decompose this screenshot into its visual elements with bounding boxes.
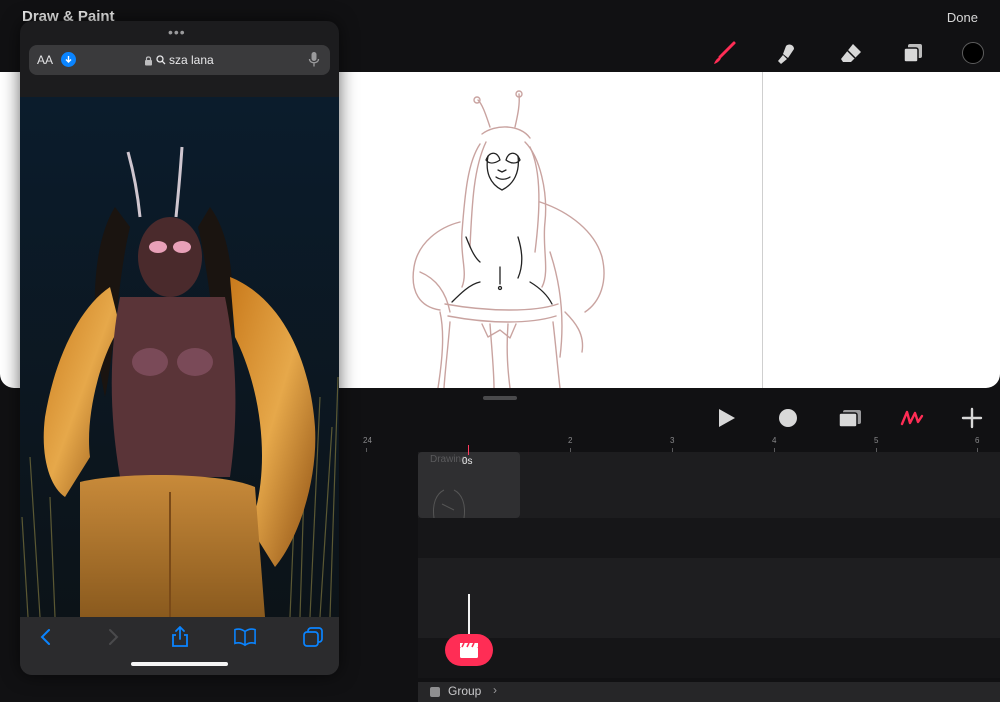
smudge-tool-button[interactable]: [774, 40, 800, 66]
ruler-tick-label: 2: [568, 436, 573, 445]
playhead-time: 0s: [462, 456, 473, 467]
clip-thumbnail: [433, 489, 465, 518]
share-button[interactable]: [169, 626, 191, 648]
microphone-icon[interactable]: [308, 51, 320, 68]
font-size-button[interactable]: AA: [37, 53, 53, 67]
lock-icon: [145, 55, 152, 65]
group-row[interactable]: [418, 682, 1000, 702]
draw-animation-icon: [900, 410, 924, 426]
plus-icon: [961, 407, 983, 429]
brush-tool-button[interactable]: [711, 40, 737, 66]
ruler-tick-label: 3: [670, 436, 675, 445]
smudge-icon: [778, 44, 794, 64]
clapperboard-icon: [460, 642, 478, 658]
tabs-icon: [303, 627, 323, 647]
safari-slide-over[interactable]: ••• AA sza lana: [20, 21, 339, 675]
panel-grabber[interactable]: [483, 396, 517, 400]
canvas-page-edge: [762, 72, 763, 388]
download-icon[interactable]: [61, 52, 76, 67]
ruler-tick-mark: [366, 448, 367, 452]
forward-button[interactable]: [103, 626, 125, 648]
group-label: Group: [448, 684, 482, 698]
playhead-marker[interactable]: [468, 445, 469, 455]
ruler-tick-label: 24: [363, 436, 372, 445]
forward-icon: [109, 629, 119, 645]
add-button[interactable]: [958, 405, 986, 431]
color-swatch[interactable]: [962, 42, 984, 64]
search-icon: [156, 55, 166, 65]
safari-bottom-toolbar: [20, 617, 339, 675]
sketch-drawing: [412, 90, 605, 388]
bookmarks-button[interactable]: [234, 626, 256, 648]
eraser-icon: [841, 44, 861, 62]
done-button[interactable]: Done: [947, 10, 978, 25]
record-icon: [779, 409, 797, 427]
tabs-button[interactable]: [302, 626, 324, 648]
draw-animation-button[interactable]: [898, 405, 926, 431]
play-icon: [719, 409, 735, 427]
group-checkbox[interactable]: [430, 687, 440, 697]
url-text: sza lana: [169, 53, 214, 67]
play-button[interactable]: [712, 405, 740, 431]
ruler-tick-label: 4: [772, 436, 777, 445]
playhead-line: [468, 594, 470, 636]
track-row: [418, 558, 1000, 638]
ruler-tick-label: 5: [874, 436, 879, 445]
home-indicator: [131, 662, 228, 666]
track-row: [418, 518, 1000, 558]
url-display[interactable]: sza lana: [144, 53, 214, 67]
back-button[interactable]: [34, 626, 56, 648]
slide-over-handle[interactable]: •••: [168, 24, 186, 40]
record-button[interactable]: [774, 405, 802, 431]
layers-icon: [903, 44, 922, 63]
search-result-photo[interactable]: [20, 97, 339, 617]
address-bar[interactable]: AA sza lana: [29, 45, 330, 75]
track-row: [418, 638, 1000, 678]
eraser-tool-button[interactable]: [838, 40, 864, 66]
onion-skin-button[interactable]: [836, 405, 864, 431]
share-icon: [172, 626, 188, 647]
back-icon: [40, 629, 50, 645]
onion-skin-icon: [838, 410, 861, 428]
clapperboard-button[interactable]: [445, 634, 493, 666]
bookmarks-icon: [234, 628, 256, 647]
ruler-tick-label: 6: [975, 436, 980, 445]
brush-icon: [714, 41, 736, 64]
layers-tool-button[interactable]: [900, 40, 926, 66]
